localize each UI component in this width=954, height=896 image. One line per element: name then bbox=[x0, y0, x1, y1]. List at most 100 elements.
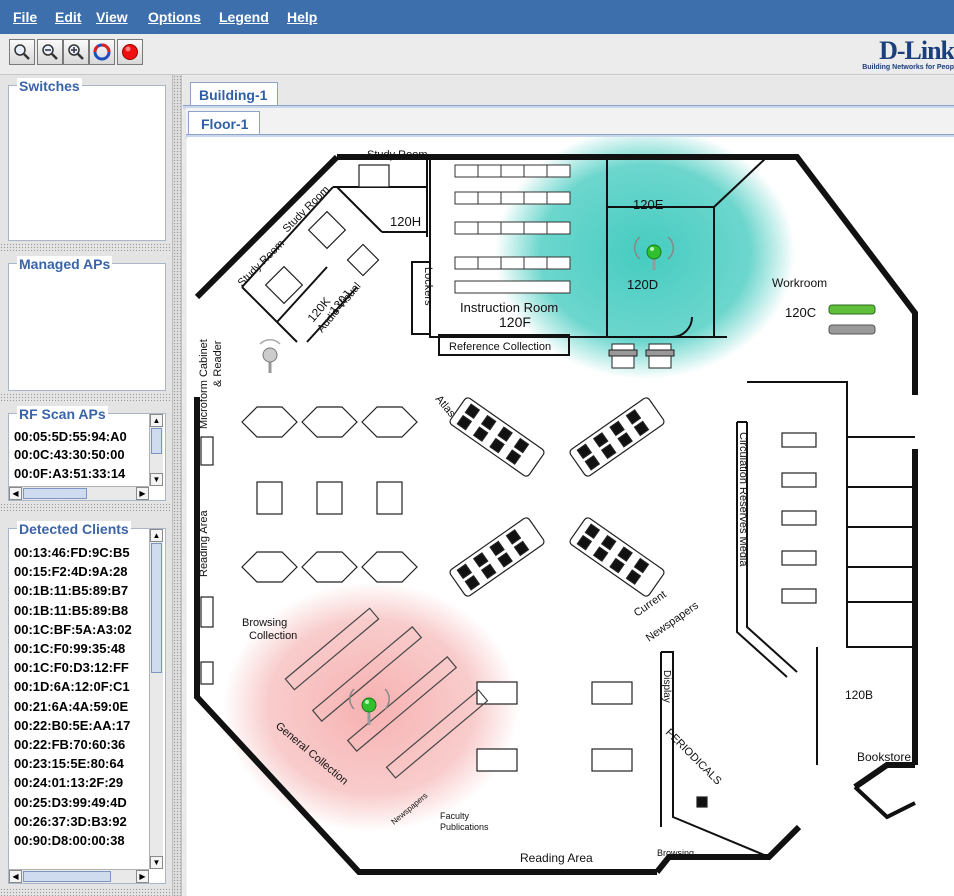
scroll-thumb[interactable] bbox=[23, 871, 111, 882]
list-item[interactable]: 00:23:15:5E:80:64 bbox=[14, 754, 146, 773]
list-item[interactable]: 00:1B:11:B5:89:B8 bbox=[14, 601, 146, 620]
left-sidebar: Switches Managed APs RF Scan APs 00:05:5… bbox=[0, 75, 172, 896]
list-item[interactable]: 00:0F:A3:51:33:14 bbox=[14, 465, 146, 483]
zoom-out-button[interactable] bbox=[37, 39, 63, 65]
refresh-icon bbox=[93, 43, 111, 61]
list-item[interactable]: 00:1B:11:B5:89:B7 bbox=[14, 581, 146, 600]
zoom-in-button[interactable] bbox=[63, 39, 89, 65]
tab-floor-1[interactable]: Floor-1 bbox=[188, 111, 260, 135]
toolbar bbox=[0, 34, 954, 75]
logo-tagline: Building Networks for Peop bbox=[862, 64, 954, 71]
zoom-in-icon bbox=[68, 44, 84, 60]
switch-device-2[interactable] bbox=[828, 324, 876, 335]
rf-scan-aps-panel: RF Scan APs 00:05:5D:55:94:A0 00:0C:43:3… bbox=[8, 406, 166, 501]
list-item[interactable]: 00:21:6A:4A:59:0E bbox=[14, 697, 146, 716]
label-browsing: Browsing bbox=[242, 617, 287, 629]
stop-button[interactable] bbox=[117, 39, 143, 65]
menu-edit[interactable]: Edit bbox=[55, 9, 81, 25]
label-circulation: Circulation Reserves Media bbox=[737, 432, 749, 567]
list-item[interactable]: 00:15:F2:4D:9A:28 bbox=[14, 562, 146, 581]
panel-splitter[interactable] bbox=[0, 888, 172, 896]
list-item[interactable]: 00:22:FB:70:60:36 bbox=[14, 735, 146, 754]
rf-scan-horizontal-scrollbar[interactable]: ◀ ▶ bbox=[9, 486, 149, 500]
menu-bar: File Edit View Options Legend Help bbox=[0, 0, 954, 34]
switches-title: Switches bbox=[17, 78, 82, 94]
scroll-left-button[interactable]: ◀ bbox=[9, 870, 22, 883]
scroll-thumb[interactable] bbox=[151, 543, 162, 673]
label-instruction-room: Instruction Room bbox=[460, 300, 558, 315]
zoom-out-icon bbox=[42, 44, 58, 60]
list-item[interactable]: 00:22:B0:5E:AA:17 bbox=[14, 716, 146, 735]
stop-icon bbox=[122, 44, 138, 60]
menu-legend[interactable]: Legend bbox=[219, 9, 269, 25]
floor-plan: Study Room Study Room Study Room 120H 12… bbox=[194, 137, 918, 875]
list-item[interactable]: 00:05:5D:55:94:A0 bbox=[14, 428, 146, 446]
label-120c: 120C bbox=[785, 305, 816, 320]
scroll-up-button[interactable]: ▲ bbox=[150, 414, 163, 427]
clients-vertical-scrollbar[interactable]: ▲ ▼ bbox=[149, 529, 163, 869]
study-tables bbox=[264, 164, 390, 305]
list-item[interactable]: 00:1C:F0:99:35:48 bbox=[14, 639, 146, 658]
label-reader: & Reader bbox=[212, 340, 224, 387]
list-item[interactable]: 00:26:37:3D:B3:92 bbox=[14, 812, 146, 831]
bookstore-wall bbox=[853, 785, 916, 820]
label-collection: Collection bbox=[249, 630, 297, 642]
scroll-left-button[interactable]: ◀ bbox=[9, 487, 22, 500]
label-publications: Publications bbox=[440, 822, 489, 832]
scroll-thumb[interactable] bbox=[151, 428, 162, 454]
rf-scan-aps-list: 00:05:5D:55:94:A0 00:0C:43:30:50:00 00:0… bbox=[14, 428, 146, 486]
menu-view[interactable]: View bbox=[96, 9, 128, 25]
logo-name: D-Link bbox=[879, 36, 954, 65]
zoom-fit-button[interactable] bbox=[9, 39, 35, 65]
managed-aps-title: Managed APs bbox=[17, 256, 113, 272]
tab-building-1[interactable]: Building-1 bbox=[190, 82, 278, 106]
zoom-fit-icon bbox=[14, 44, 30, 60]
list-item[interactable]: 00:25:D3:99:49:4D bbox=[14, 793, 146, 812]
circulation-tables bbox=[781, 432, 817, 604]
label-bookstore: Bookstore bbox=[857, 750, 911, 764]
list-item[interactable]: 00:1C:BF:5A:A3:02 bbox=[14, 620, 146, 639]
label-reading-area-bottom: Reading Area bbox=[520, 851, 593, 865]
center-tables bbox=[449, 397, 665, 597]
list-item[interactable]: 00:90:D8:00:00:38 bbox=[14, 831, 146, 850]
dlink-logo: D-Link Building Networks for Peop bbox=[844, 38, 954, 72]
scroll-thumb[interactable] bbox=[23, 488, 87, 499]
list-item[interactable]: 00:0C:43:30:50:00 bbox=[14, 446, 146, 464]
label-120h: 120H bbox=[390, 214, 421, 229]
label-microform-cabinet: Microform Cabinet bbox=[198, 339, 210, 429]
label-faculty: Faculty bbox=[440, 811, 470, 821]
menu-help[interactable]: Help bbox=[287, 9, 317, 25]
label-periodicals: PERIODICALS bbox=[663, 727, 724, 788]
access-point-reading[interactable] bbox=[259, 339, 281, 373]
panel-splitter[interactable] bbox=[0, 243, 172, 251]
rf-scan-aps-title: RF Scan APs bbox=[17, 406, 108, 422]
label-study-room: Study Room bbox=[367, 149, 428, 161]
detected-clients-list: 00:13:46:FD:9C:B5 00:15:F2:4D:9A:28 00:1… bbox=[14, 543, 146, 869]
clients-horizontal-scrollbar[interactable]: ◀ ▶ bbox=[9, 869, 149, 883]
vertical-splitter[interactable] bbox=[172, 75, 182, 896]
list-item[interactable]: 00:1C:F0:D3:12:FF bbox=[14, 658, 146, 677]
managed-aps-panel: Managed APs bbox=[8, 256, 166, 391]
menu-options[interactable]: Options bbox=[148, 9, 201, 25]
label-display: Display bbox=[661, 670, 672, 703]
list-item[interactable]: 00:24:01:13:2F:29 bbox=[14, 773, 146, 792]
list-item[interactable]: 00:1D:6A:12:0F:C1 bbox=[14, 677, 146, 696]
menu-file[interactable]: File bbox=[13, 9, 37, 25]
scroll-down-button[interactable]: ▼ bbox=[150, 856, 163, 869]
switches-panel: Switches bbox=[8, 78, 166, 241]
scroll-up-button[interactable]: ▲ bbox=[150, 529, 163, 542]
floor-plan-canvas[interactable]: Study Room Study Room Study Room 120H 12… bbox=[187, 137, 954, 896]
scroll-right-button[interactable]: ▶ bbox=[136, 870, 149, 883]
scroll-right-button[interactable]: ▶ bbox=[136, 487, 149, 500]
rf-scan-vertical-scrollbar[interactable]: ▲ ▼ bbox=[149, 414, 163, 486]
detected-clients-title: Detected Clients bbox=[17, 521, 131, 537]
list-item[interactable]: 00:13:46:FD:9C:B5 bbox=[14, 543, 146, 562]
circulation-area bbox=[660, 381, 915, 858]
label-120d: 120D bbox=[627, 277, 658, 292]
refresh-button[interactable] bbox=[89, 39, 115, 65]
scroll-down-button[interactable]: ▼ bbox=[150, 473, 163, 486]
panel-splitter[interactable] bbox=[0, 393, 172, 401]
panel-splitter[interactable] bbox=[0, 503, 172, 511]
label-lockers: Lockers bbox=[422, 267, 434, 306]
switch-device-1[interactable] bbox=[828, 304, 876, 315]
